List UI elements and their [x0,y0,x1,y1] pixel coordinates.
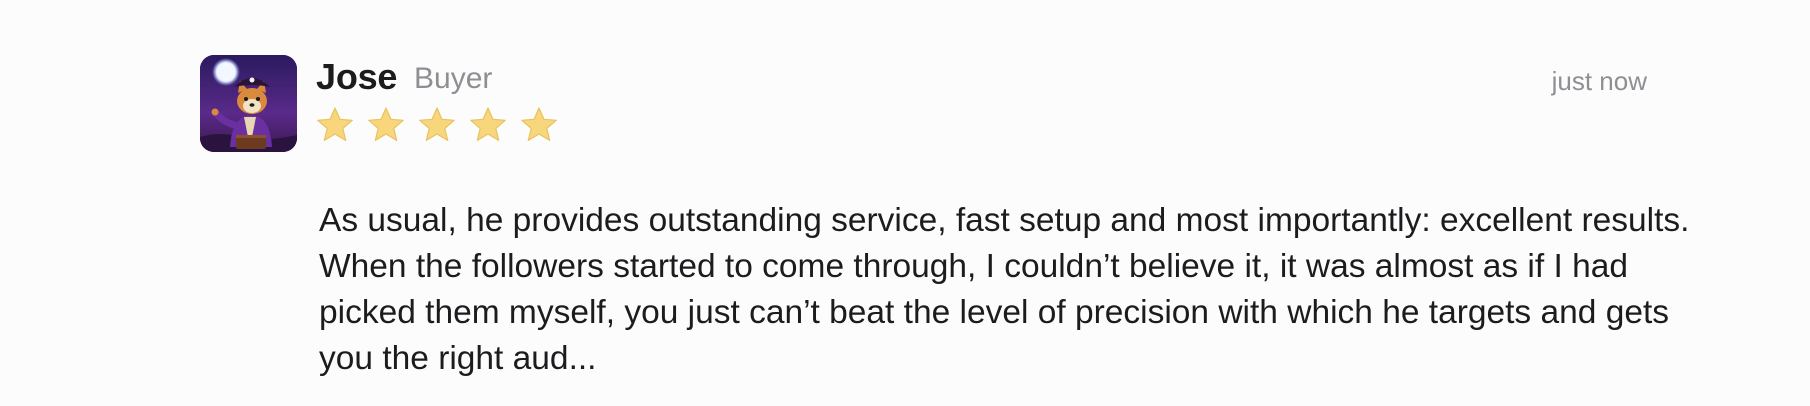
review-timestamp: just now [1551,66,1647,96]
star-icon [520,106,558,142]
review-text: As usual, he provides outstanding servic… [319,202,1690,377]
star-rating [316,106,558,142]
star-icon [469,106,507,142]
review-card: Jose Buyer just now As usual, he provide… [0,0,1810,406]
avatar[interactable] [200,55,297,152]
star-icon [367,106,405,142]
star-icon [418,106,456,142]
author-name[interactable]: Jose [316,56,397,98]
shiba-pirate-avatar-icon [200,55,297,152]
star-icon [316,106,354,142]
author-role-badge: Buyer [414,62,493,95]
